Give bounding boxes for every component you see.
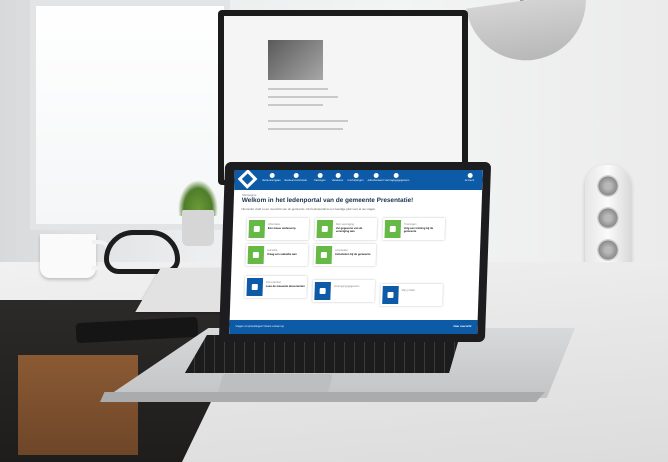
tile-trainingen[interactable]: Trainingen Volg een training bij de geme…	[382, 218, 446, 240]
tile-heading: Mijn profiel	[401, 289, 415, 292]
people-icon	[293, 173, 299, 178]
tile-heading: Trainingen	[403, 223, 417, 226]
tile-activiteiten[interactable]: Activiteiten Activiteiten bij de gemeent…	[313, 244, 377, 266]
graduation-icon	[317, 173, 323, 178]
tile-subtitle: Vul gegevens van de vereniging aan	[335, 227, 363, 234]
tile-mijn-profiel[interactable]: Mijn profiel	[380, 284, 443, 306]
speaker-driver	[597, 175, 619, 197]
tile-subtitle: Activiteiten bij de gemeente	[334, 253, 371, 256]
tile-heading: Mijn vereniging	[335, 223, 355, 226]
monitor-text-line	[268, 96, 338, 98]
user-icon	[467, 173, 473, 178]
user-account[interactable]: Account	[462, 173, 477, 188]
nav-item-bestuurscommissie[interactable]: Bestuurscommissie	[284, 173, 307, 188]
tile-subtitle: Een nieuw onderwerp	[267, 227, 296, 230]
chat-icon	[353, 173, 359, 178]
info-icon	[248, 220, 266, 238]
tile-heading: Documenten	[265, 281, 282, 284]
speaker-driver	[597, 207, 619, 229]
address-icon	[373, 173, 379, 178]
cardboard-box	[18, 355, 138, 455]
nav-item-verenigingsgegevens[interactable]: Verenigingsgegevens	[384, 173, 410, 188]
monitor-text-line	[268, 88, 328, 90]
tile-heading: Informatie	[267, 223, 280, 226]
nav-item-bestuursorgaan[interactable]: Bestuursorgaan	[260, 173, 283, 188]
document-icon	[335, 173, 341, 178]
tile-documenten[interactable]: Documenten Lees de nieuwste documenten	[244, 276, 308, 298]
info-icon	[269, 173, 275, 178]
portal-navbar: Bestuursorgaan Bestuurscommissie Trainin…	[234, 170, 483, 190]
chat-icon	[315, 246, 333, 264]
footer-contact-link[interactable]: Vragen of opmerkingen? Neem contact op	[235, 325, 284, 328]
monitor-text-line	[268, 120, 348, 122]
tile-mijn-vereniging[interactable]: Mijn vereniging Vul gegevens van de vere…	[314, 218, 378, 240]
monitor-image	[268, 40, 323, 80]
tile-verenigingsgegevens[interactable]: Verenigingsgegevens	[312, 280, 376, 302]
tile-heading: Activiteiten	[335, 249, 349, 252]
nav-label: Adresbestand	[367, 179, 384, 182]
plant-pot	[182, 210, 214, 246]
laptop-front-edge	[100, 392, 545, 402]
nav-label: Bestuursorgaan	[262, 179, 281, 182]
document-icon	[316, 220, 334, 238]
footer-overview-link[interactable]: Naar overzicht	[453, 325, 471, 328]
page-title: Welkom in het ledenportal van de gemeent…	[241, 197, 414, 204]
user-icon	[382, 286, 399, 304]
tile-informatie[interactable]: Informatie Een nieuw onderwerp	[246, 218, 310, 240]
portal-footer: Vragen of opmerkingen? Neem contact op N…	[229, 320, 478, 334]
nav-label: Bestuurscommissie	[284, 179, 308, 182]
coffee-mug	[40, 234, 96, 278]
monitor-text-line	[268, 128, 343, 130]
tile-subtitle: Vraag een subsidie aan	[266, 253, 297, 256]
tile-subsidie[interactable]: Subsidie Vraag een subsidie aan	[245, 244, 309, 266]
nav-label: Verenigingsgegevens	[384, 179, 410, 182]
laptop-screen: Bestuursorgaan Bestuurscommissie Trainin…	[229, 170, 483, 334]
address-icon	[314, 282, 331, 300]
grid-icon	[247, 246, 265, 264]
monitor-text-line	[268, 104, 323, 106]
user-label: Account	[464, 179, 475, 182]
nav-label: Inschrijvingen	[347, 179, 364, 182]
monitor-screen	[224, 16, 462, 180]
tile-subtitle: Volg een training bij de gemeente	[403, 227, 434, 234]
graduation-icon	[384, 220, 402, 238]
intro-text: Hieronder vindt u een overzicht van de g…	[241, 207, 377, 211]
document-icon	[246, 278, 264, 296]
speaker-driver	[597, 239, 619, 261]
tile-heading: Subsidie	[267, 249, 278, 252]
tile-heading: Verenigingsgegevens	[333, 285, 360, 288]
grid-icon	[393, 173, 399, 178]
tile-subtitle: Lees de nieuwste documenten	[265, 285, 305, 288]
